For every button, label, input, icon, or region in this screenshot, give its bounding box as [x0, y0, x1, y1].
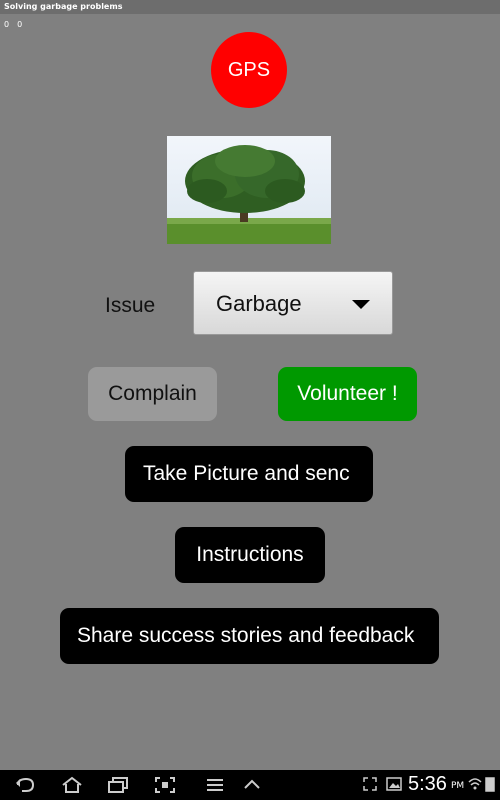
menu-icon[interactable] — [205, 776, 225, 794]
gps-button[interactable]: GPS — [211, 32, 287, 108]
system-nav-bar: 5:36 PM — [0, 770, 500, 800]
dropdown-arrow-icon — [352, 300, 370, 309]
status-ampm: PM — [451, 781, 465, 791]
screenshot-icon[interactable] — [154, 776, 176, 794]
battery-icon — [485, 777, 495, 792]
back-icon[interactable] — [14, 776, 36, 794]
tree-photo — [167, 136, 331, 244]
issue-dropdown[interactable]: Garbage — [193, 271, 393, 335]
longitude-value: 0 — [17, 20, 23, 29]
status-clock: 5:36 — [408, 773, 447, 795]
volunteer-button[interactable]: Volunteer ! — [278, 367, 417, 421]
app-title-bar: Solving garbage problems — [0, 0, 500, 14]
coordinates-readout: 0 0 — [4, 20, 22, 29]
gps-button-label: GPS — [227, 58, 271, 81]
app-title: Solving garbage problems — [4, 2, 123, 11]
recent-apps-icon[interactable] — [107, 776, 129, 794]
share-stories-button[interactable]: Share success stories and feedback — [60, 608, 439, 664]
chevron-up-icon[interactable] — [242, 776, 262, 794]
expand-icon — [363, 777, 377, 791]
take-picture-button[interactable]: Take Picture and senc — [125, 446, 373, 502]
issue-label: Issue — [105, 294, 156, 317]
latitude-value: 0 — [4, 20, 10, 29]
gallery-icon — [386, 777, 402, 791]
home-icon[interactable] — [60, 776, 84, 794]
issue-dropdown-value: Garbage — [216, 291, 302, 316]
complain-button[interactable]: Complain — [88, 367, 217, 421]
instructions-button[interactable]: Instructions — [175, 527, 325, 583]
wifi-icon — [468, 778, 482, 790]
